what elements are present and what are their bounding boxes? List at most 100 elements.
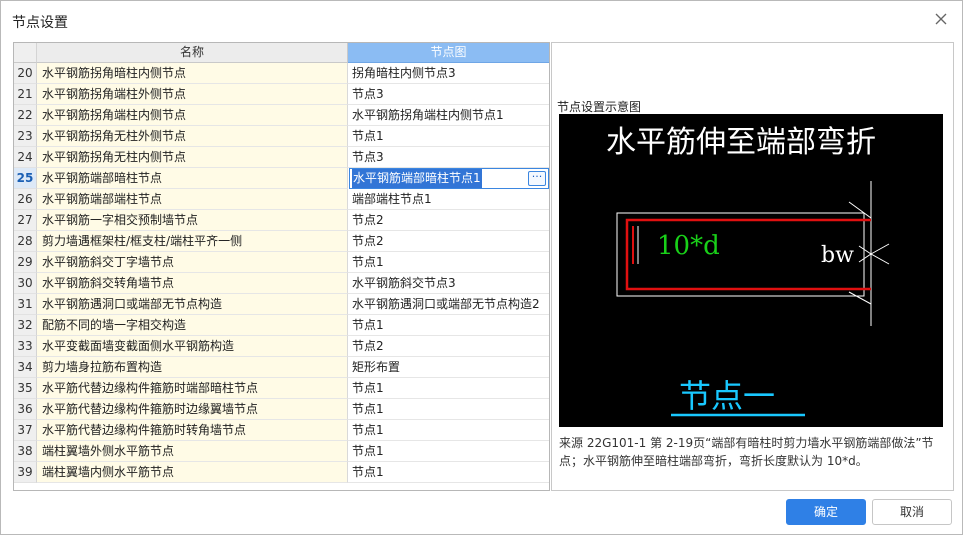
table-body: 20 水平钢筋拐角暗柱内侧节点 拐角暗柱内侧节点3 21 水平钢筋拐角端柱外侧节点 节点3… [14,63,549,483]
row-number: 32 [14,315,37,336]
row-name-cell[interactable]: 水平筋代替边缘构件箍筋时边缘翼墙节点 [37,399,348,420]
table-row[interactable]: 28 剪力墙遇框架柱/框支柱/端柱平齐一侧 节点2 [14,231,549,252]
row-node-cell[interactable]: 节点3 [348,147,549,168]
row-node-cell[interactable]: 节点2 [348,231,549,252]
node-cell-selected-text: 水平钢筋端部暗柱节点1 [352,169,482,188]
row-number: 26 [14,189,37,210]
row-name-cell[interactable]: 水平筋代替边缘构件箍筋时转角墙节点 [37,420,348,441]
column-header-name[interactable]: 名称 [37,43,348,63]
row-name-cell[interactable]: 剪力墙遇框架柱/框支柱/端柱平齐一侧 [37,231,348,252]
close-icon[interactable] [932,10,950,28]
row-number: 21 [14,84,37,105]
table-row[interactable]: 25 水平钢筋端部暗柱节点 水平钢筋端部暗柱节点1 ··· [14,168,549,189]
row-number: 37 [14,420,37,441]
column-header-node[interactable]: 节点图 [348,43,549,63]
row-name-cell[interactable]: 水平钢筋拐角端柱内侧节点 [37,105,348,126]
row-name-cell[interactable]: 端柱翼墙外侧水平筋节点 [37,441,348,462]
ok-button[interactable]: 确定 [786,499,866,525]
row-node-cell[interactable]: 节点1 [348,126,549,147]
row-number: 24 [14,147,37,168]
row-name-cell[interactable]: 水平钢筋遇洞口或端部无节点构造 [37,294,348,315]
row-name-cell[interactable]: 水平钢筋拐角无柱外侧节点 [37,126,348,147]
row-name-cell[interactable]: 端柱翼墙内侧水平筋节点 [37,462,348,483]
row-node-cell[interactable]: 节点2 [348,336,549,357]
table-row[interactable]: 20 水平钢筋拐角暗柱内侧节点 拐角暗柱内侧节点3 [14,63,549,84]
table-row[interactable]: 37 水平筋代替边缘构件箍筋时转角墙节点 节点1 [14,420,549,441]
row-number: 31 [14,294,37,315]
row-node-cell[interactable]: 水平钢筋拐角端柱内侧节点1 [348,105,549,126]
table-row[interactable]: 21 水平钢筋拐角端柱外侧节点 节点3 [14,84,549,105]
row-node-cell[interactable]: 节点1 [348,315,549,336]
row-node-cell[interactable]: 节点1 [348,462,549,483]
preview-title: 节点设置示意图 [557,100,642,114]
table-row[interactable]: 23 水平钢筋拐角无柱外侧节点 节点1 [14,126,549,147]
row-number: 28 [14,231,37,252]
row-number: 20 [14,63,37,84]
row-node-cell[interactable]: 节点1 [348,420,549,441]
row-number-header [14,43,37,63]
node-preview-panel: 节点设置示意图 水平筋伸至端部弯折 10*d bw 节点一 来源 22G101-… [551,42,954,491]
cancel-button[interactable]: 取消 [872,499,952,525]
row-number: 35 [14,378,37,399]
row-node-cell[interactable]: 节点2 [348,210,549,231]
table-row[interactable]: 29 水平钢筋斜交丁字墙节点 节点1 [14,252,549,273]
row-node-cell[interactable]: 端部端柱节点1 [348,189,549,210]
row-node-cell[interactable]: 水平钢筋斜交节点3 [348,273,549,294]
row-number: 22 [14,105,37,126]
table-row[interactable]: 26 水平钢筋端部端柱节点 端部端柱节点1 [14,189,549,210]
table-row[interactable]: 32 配筋不同的墙一字相交构造 节点1 [14,315,549,336]
table-header: 名称 节点图 [14,43,549,63]
row-name-cell[interactable]: 水平钢筋拐角端柱外侧节点 [37,84,348,105]
row-node-cell[interactable]: 节点1 [348,252,549,273]
table-row[interactable]: 39 端柱翼墙内侧水平筋节点 节点1 [14,462,549,483]
row-name-cell[interactable]: 水平钢筋拐角暗柱内侧节点 [37,63,348,84]
row-number: 27 [14,210,37,231]
row-number: 23 [14,126,37,147]
row-name-cell[interactable]: 水平钢筋端部暗柱节点 [37,168,348,189]
row-name-cell[interactable]: 水平变截面墙变截面侧水平钢筋构造 [37,336,348,357]
row-number: 30 [14,273,37,294]
table-row[interactable]: 31 水平钢筋遇洞口或端部无节点构造 水平钢筋遇洞口或端部无节点构造2 [14,294,549,315]
node-settings-dialog: 节点设置 名称 节点图 20 水平钢筋拐角暗柱内侧节点 拐角暗柱内侧节点3 21 水平钢… [0,0,963,535]
row-name-cell[interactable]: 水平钢筋拐角无柱内侧节点 [37,147,348,168]
row-node-cell[interactable]: 水平钢筋遇洞口或端部无节点构造2 [348,294,549,315]
ellipsis-button[interactable]: ··· [528,171,546,186]
diagram-heading: 水平筋伸至端部弯折 [606,125,876,160]
dialog-title: 节点设置 [12,15,68,31]
table-row[interactable]: 33 水平变截面墙变截面侧水平钢筋构造 节点2 [14,336,549,357]
node-cell-editor[interactable]: 水平钢筋端部暗柱节点1 ··· [349,168,549,189]
row-node-cell[interactable]: 节点1 [348,378,549,399]
table-row[interactable]: 22 水平钢筋拐角端柱内侧节点 水平钢筋拐角端柱内侧节点1 [14,105,549,126]
row-name-cell[interactable]: 水平钢筋一字相交预制墙节点 [37,210,348,231]
table-row[interactable]: 30 水平钢筋斜交转角墙节点 水平钢筋斜交节点3 [14,273,549,294]
table-row[interactable]: 27 水平钢筋一字相交预制墙节点 节点2 [14,210,549,231]
table-row[interactable]: 35 水平筋代替边缘构件箍筋时端部暗柱节点 节点1 [14,378,549,399]
row-name-cell[interactable]: 水平钢筋斜交转角墙节点 [37,273,348,294]
row-name-cell[interactable]: 水平钢筋斜交丁字墙节点 [37,252,348,273]
title-bar: 节点设置 [1,1,962,39]
bw-label: bw [821,243,854,268]
table-row[interactable]: 24 水平钢筋拐角无柱内侧节点 节点3 [14,147,549,168]
bend-length-label: 10*d [657,231,720,261]
row-name-cell[interactable]: 配筋不同的墙一字相交构造 [37,315,348,336]
node-description: 来源 22G101-1 第 2-19页“端部有暗柱时剪力墙水平钢筋端部做法”节点… [559,436,934,468]
row-node-cell[interactable]: 节点3 [348,84,549,105]
diagram-caption: 节点一 [679,377,775,415]
table-row[interactable]: 34 剪力墙身拉筋布置构造 矩形布置 [14,357,549,378]
row-number: 34 [14,357,37,378]
row-number: 33 [14,336,37,357]
row-number: 25 [14,168,37,189]
row-node-cell[interactable]: 节点1 [348,399,549,420]
row-name-cell[interactable]: 水平钢筋端部端柱节点 [37,189,348,210]
table-row[interactable]: 38 端柱翼墙外侧水平筋节点 节点1 [14,441,549,462]
table-row[interactable]: 36 水平筋代替边缘构件箍筋时边缘翼墙节点 节点1 [14,399,549,420]
row-node-cell[interactable]: 节点1 [348,441,549,462]
row-node-cell[interactable]: 矩形布置 [348,357,549,378]
row-number: 38 [14,441,37,462]
row-node-cell[interactable]: 拐角暗柱内侧节点3 [348,63,549,84]
diagram-svg: 水平筋伸至端部弯折 10*d bw 节点一 [606,125,890,417]
row-name-cell[interactable]: 水平筋代替边缘构件箍筋时端部暗柱节点 [37,378,348,399]
node-settings-table: 名称 节点图 20 水平钢筋拐角暗柱内侧节点 拐角暗柱内侧节点3 21 水平钢筋拐角端柱… [13,42,550,491]
row-number: 29 [14,252,37,273]
row-name-cell[interactable]: 剪力墙身拉筋布置构造 [37,357,348,378]
